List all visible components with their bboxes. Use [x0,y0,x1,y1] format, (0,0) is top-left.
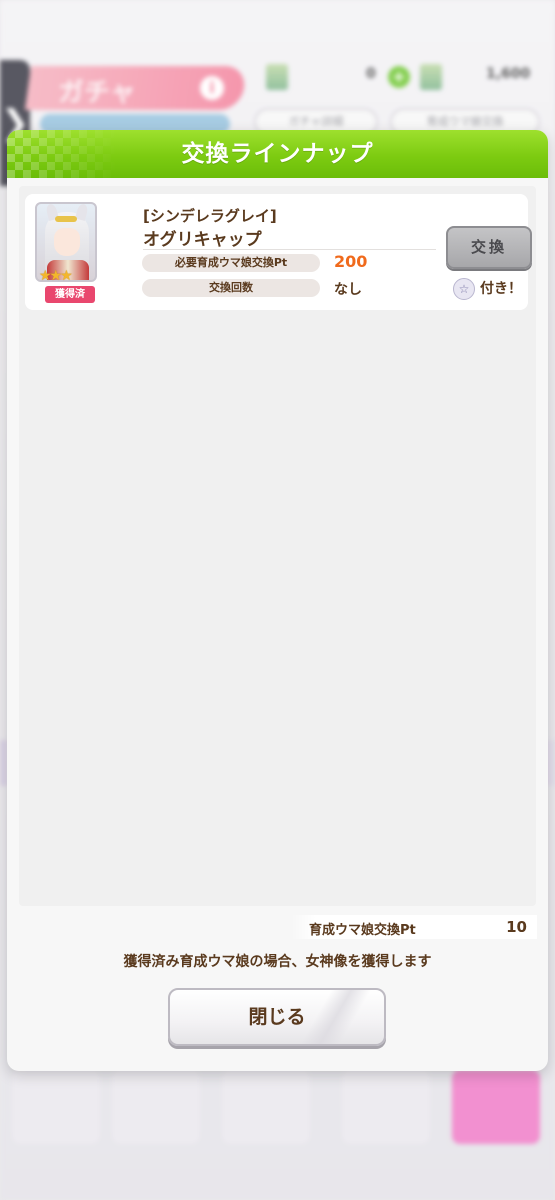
list-item: ★★★ 獲得済 [シンデレラグレイ] オグリキャップ 必要育成ウマ娘交換Pt 2… [25,194,532,310]
goddess-note: 獲得済み育成ウマ娘の場合、女神像を獲得します [123,954,432,970]
exchange-pt-row: 育成ウマ娘交換Pt 10 [291,915,537,939]
card-divider [143,249,436,250]
character-epithet: [シンデレラグレイ] [143,207,277,225]
dialog-title: 交換ラインナップ [181,141,374,167]
dialog-header: 交換ラインナップ [7,130,548,178]
exchange-count-label: 交換回数 [142,279,320,297]
portrait-face [54,228,80,256]
exchange-lineup-dialog: 交換ラインナップ ★★★ 獲得済 [シンデレラグレイ] オグリキャップ 必要育成… [7,130,548,1071]
character-name: オグリキャップ [143,230,262,250]
exchange-pt-label: 育成ウマ娘交換Pt [309,923,416,938]
required-pt-value: 200 [334,252,368,271]
obtained-badge: 獲得済 [45,286,95,303]
close-button-label: 閉じる [248,1006,306,1028]
portrait-crown [55,216,77,222]
bonus-text: 付き！ [480,281,522,297]
portrait-ear-right [75,204,89,222]
required-pt-label: 必要育成ウマ娘交換Pt [142,254,320,272]
goddess-statue-icon: ☆ [453,278,475,300]
rarity-stars: ★★★ [39,268,73,284]
exchange-pt-value: 10 [506,918,527,936]
lineup-list[interactable]: ★★★ 獲得済 [シンデレラグレイ] オグリキャップ 必要育成ウマ娘交換Pt 2… [19,186,536,906]
exchange-count-value: なし [334,282,362,298]
exchange-button[interactable]: 交換 [446,226,532,269]
close-button[interactable]: 閉じる [168,988,386,1046]
